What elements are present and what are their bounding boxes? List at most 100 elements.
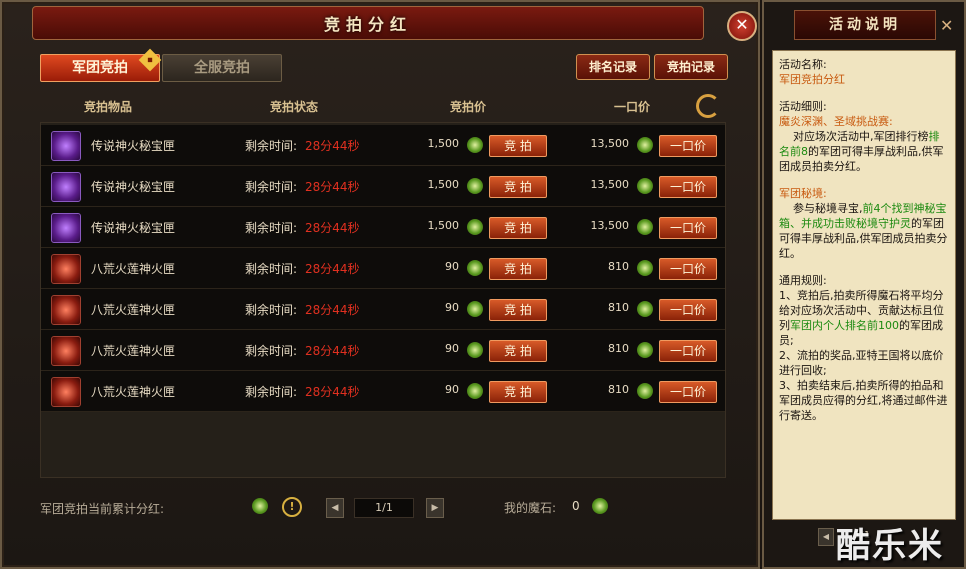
bid-button[interactable]: 竞 拍 [489,340,547,362]
rank-record-button[interactable]: 排名记录 [576,54,650,80]
rule-2: 2、流拍的奖品,亚特王国将以底价进行回收; [779,349,944,377]
bid-price: 90 [445,383,459,396]
table-row: 八荒火莲神火匣 剩余时间: 28分44秒 90 竞 拍 810 一口价 [41,330,725,371]
remaining-time: 28分44秒 [305,303,360,317]
prev-page-button[interactable]: ◀ [326,498,344,518]
header-buyout: 一口价 [614,100,651,114]
buyout-price: 13,500 [590,178,630,191]
fire-lotus-chest-icon[interactable] [51,336,81,366]
magic-stone-icon [467,137,483,153]
magic-stone-icon [467,178,483,194]
fire-lotus-chest-icon[interactable] [51,254,81,284]
remaining-time: 28分44秒 [305,344,360,358]
rule-label: 通用规则: [779,274,827,287]
remaining-time: 28分44秒 [305,180,360,194]
detail-text: 对应场次活动中,军团排行榜 [793,130,929,143]
fire-lotus-chest-icon[interactable] [51,295,81,325]
treasure-chest-icon[interactable] [51,131,81,161]
fire-lotus-chest-icon[interactable] [51,377,81,407]
arrow-left-icon: ◀ [331,503,339,513]
remaining-time: 28分44秒 [305,221,360,235]
item-name: 八荒火莲神火匣 [91,303,176,317]
secret-label: 军团秘境: [779,187,827,200]
bid-button[interactable]: 竞 拍 [489,135,547,157]
secret-text: 参与秘境寻宝, [793,202,863,215]
bid-button[interactable]: 竞 拍 [489,258,547,280]
refresh-icon[interactable] [696,94,720,118]
side-close-icon[interactable]: ✕ [940,16,953,35]
treasure-chest-icon[interactable] [51,213,81,243]
table-row: 八荒火莲神火匣 剩余时间: 28分44秒 90 竞 拍 810 一口价 [41,371,725,412]
bid-button[interactable]: 竞 拍 [489,176,547,198]
magic-stone-icon [637,383,653,399]
buyout-button[interactable]: 一口价 [659,381,717,403]
bid-price: 90 [445,260,459,273]
magic-stone-icon [637,137,653,153]
buyout-price: 13,500 [590,219,630,232]
table-row: 传说神火秘宝匣 剩余时间: 28分44秒 1,500 竞 拍 13,500 一口… [41,125,725,166]
buyout-button[interactable]: 一口价 [659,217,717,239]
description-panel: 活动说明 ✕ 活动名称: 军团竞拍分红 活动细则: 魔炎深渊、圣域挑战赛: 对应… [762,0,966,569]
status-label: 剩余时间: [245,262,298,276]
bid-record-button[interactable]: 竞拍记录 [654,54,728,80]
magic-stone-icon [252,498,268,514]
bid-price: 90 [445,301,459,314]
my-stone-value: 0 [572,499,580,513]
arrow-right-icon: ▶ [431,503,439,513]
description-content: 活动名称: 军团竞拍分红 活动细则: 魔炎深渊、圣域挑战赛: 对应场次活动中,军… [772,50,956,520]
magic-stone-icon [467,301,483,317]
watermark: 酷乐米 [836,526,944,566]
remaining-time: 28分44秒 [305,139,360,153]
item-name: 八荒火莲神火匣 [91,385,176,399]
info-icon[interactable]: ! [282,497,302,517]
buyout-price: 13,500 [590,137,630,150]
status-label: 剩余时间: [245,180,298,194]
auction-window: 竞拍分红 ✕ 军团竞拍 ◆ 全服竞拍 排名记录 竞拍记录 竞拍物品 竞拍状态 竞… [0,0,760,569]
status-label: 剩余时间: [245,303,298,317]
rule-1-highlight: 军团内个人排名前100 [790,319,899,332]
item-name: 八荒火莲神火匣 [91,344,176,358]
bid-price: 1,500 [427,178,460,191]
table-row: 传说神火秘宝匣 剩余时间: 28分44秒 1,500 竞 拍 13,500 一口… [41,166,725,207]
remaining-time: 28分44秒 [305,385,360,399]
buyout-button[interactable]: 一口价 [659,176,717,198]
name-label: 活动名称: [779,58,827,71]
next-page-button[interactable]: ▶ [426,498,444,518]
close-button[interactable]: ✕ [727,11,757,41]
magic-stone-icon [467,260,483,276]
magic-stone-icon [637,342,653,358]
dividend-label: 军团竞拍当前累计分红: [40,502,165,516]
header-item: 竞拍物品 [84,100,133,114]
buyout-button[interactable]: 一口价 [659,135,717,157]
buyout-price: 810 [608,301,629,314]
bid-button[interactable]: 竞 拍 [489,381,547,403]
magic-stone-icon [637,178,653,194]
page-indicator: 1/1 [354,498,414,518]
table-row: 八荒火莲神火匣 剩余时间: 28分44秒 90 竞 拍 810 一口价 [41,248,725,289]
title-bar: 竞拍分红 [32,6,704,40]
bid-button[interactable]: 竞 拍 [489,217,547,239]
bid-price: 90 [445,342,459,355]
header-bid-price: 竞拍价 [450,100,487,114]
my-stone-label: 我的魔石: [504,501,557,515]
name-value: 军团竞拍分红 [779,73,845,86]
buyout-button[interactable]: 一口价 [659,340,717,362]
buyout-button[interactable]: 一口价 [659,299,717,321]
tab-server-auction[interactable]: 全服竞拍 [162,54,282,82]
item-name: 八荒火莲神火匣 [91,262,176,276]
item-name: 传说神火秘宝匣 [91,180,176,194]
side-title: 活动说明 [794,10,936,40]
table-row: 传说神火秘宝匣 剩余时间: 28分44秒 1,500 竞 拍 13,500 一口… [41,207,725,248]
table-header: 竞拍物品 竞拍状态 竞拍价 一口价 [40,94,724,118]
buyout-button[interactable]: 一口价 [659,258,717,280]
buyout-price: 810 [608,383,629,396]
item-name: 传说神火秘宝匣 [91,139,176,153]
buyout-price: 810 [608,260,629,273]
close-icon: ✕ [735,15,749,34]
treasure-chest-icon[interactable] [51,172,81,202]
remaining-time: 28分44秒 [305,262,360,276]
magic-stone-icon [592,498,608,514]
bid-button[interactable]: 竞 拍 [489,299,547,321]
side-prev-page-button[interactable]: ◀ [818,528,834,546]
rule-3: 3、拍卖结束后,拍卖所得的拍品和军团成员应得的分红,将通过邮件进行寄送。 [779,379,948,422]
